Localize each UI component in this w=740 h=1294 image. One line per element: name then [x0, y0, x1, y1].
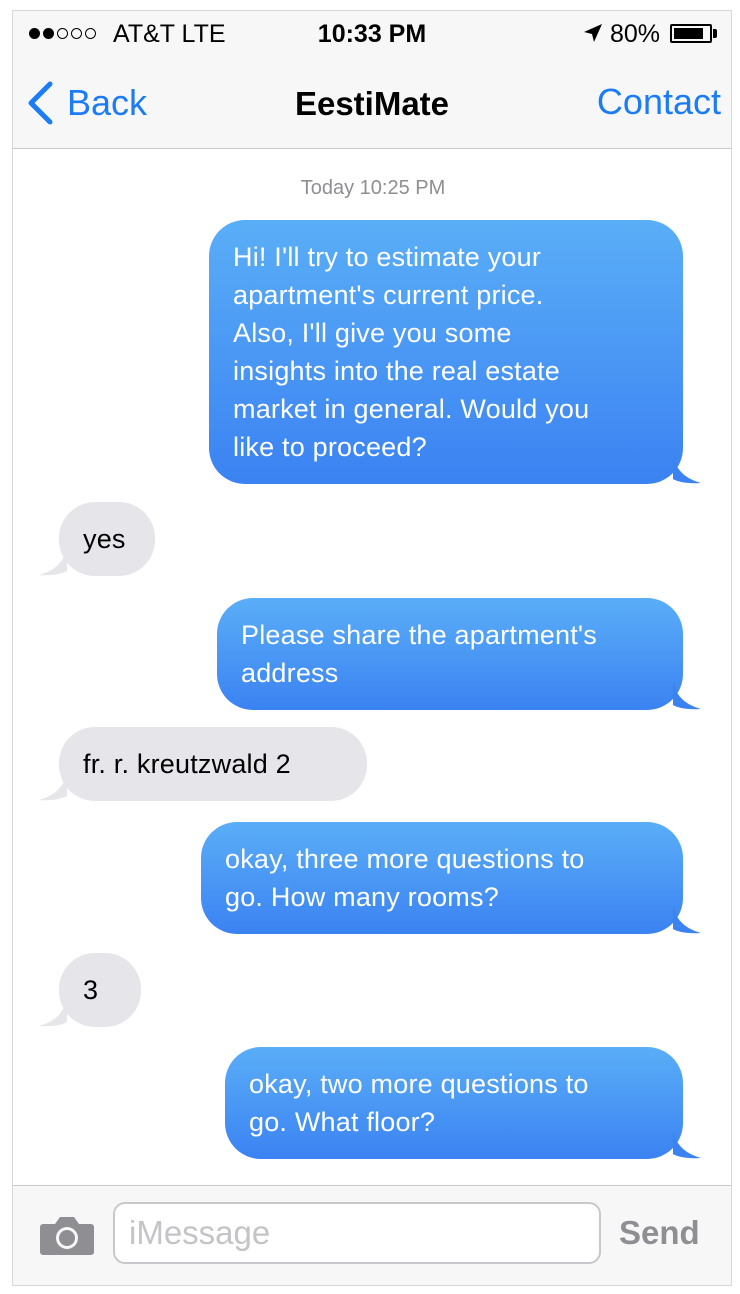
imessage-input[interactable]: [113, 1202, 601, 1264]
message-line: go. What floor?: [249, 1107, 436, 1137]
bubble-tail: [673, 1129, 701, 1159]
camera-icon[interactable]: [39, 1214, 95, 1256]
header: AT&T LTE 10:33 PM 80% Back EestiMate Con…: [13, 11, 731, 149]
battery-percent: 80%: [610, 20, 661, 48]
message-line: okay, three more questions to: [225, 844, 585, 874]
send-button[interactable]: Send: [619, 1214, 700, 1252]
message-line: Hi! I'll try to estimate your: [233, 242, 542, 272]
message-line: address: [241, 658, 339, 688]
message-text: fr. r. kreutzwald 2: [83, 745, 343, 783]
battery-level-fill: [674, 28, 703, 39]
back-button[interactable]: Back: [27, 81, 147, 125]
outgoing-message-bubble[interactable]: Hi! I'll try to estimate your apartment's…: [209, 220, 701, 484]
message-line: apartment's current price.: [233, 280, 544, 310]
contact-button[interactable]: Contact: [597, 81, 721, 123]
outgoing-message-bubble[interactable]: okay, three more questions to go. How man…: [201, 822, 701, 934]
status-bar: AT&T LTE 10:33 PM 80%: [13, 11, 731, 55]
message-line: Please share the apartment's: [241, 620, 597, 650]
bubble-tail: [673, 680, 701, 710]
outgoing-message-bubble[interactable]: okay, two more questions to go. What floo…: [225, 1047, 701, 1159]
incoming-message-bubble[interactable]: 3: [39, 953, 141, 1027]
location-arrow-icon: [584, 24, 602, 42]
message-text: okay, three more questions to go. How man…: [225, 840, 661, 916]
bubble-tail: [39, 771, 67, 801]
phone-screen: AT&T LTE 10:33 PM 80% Back EestiMate Con…: [12, 10, 732, 1286]
message-composer: Send: [13, 1185, 731, 1285]
message-text: okay, two more questions to go. What floo…: [249, 1065, 661, 1141]
bubble-tail: [39, 997, 67, 1027]
thread-timestamp: Today 10:25 PM: [300, 177, 446, 199]
message-line: Also, I'll give you some: [233, 318, 512, 348]
incoming-message-bubble[interactable]: fr. r. kreutzwald 2: [39, 727, 367, 801]
bubble-tail: [673, 904, 701, 934]
nav-bar: Back EestiMate Contact: [13, 55, 731, 149]
bubble-tail: [39, 546, 67, 576]
incoming-message-bubble[interactable]: yes: [39, 502, 155, 576]
message-text: 3: [83, 971, 117, 1009]
back-label: Back: [67, 82, 148, 123]
battery-tip: [713, 29, 717, 38]
message-line: go. How many rooms?: [225, 882, 499, 912]
message-text: Hi! I'll try to estimate your apartment's…: [233, 238, 661, 466]
message-line: fr. r. kreutzwald 2: [83, 749, 291, 779]
message-line: market in general. Would you: [233, 394, 590, 424]
message-line: yes: [83, 524, 126, 554]
message-line: insights into the real estate: [233, 356, 560, 386]
bubble-tail: [673, 454, 701, 484]
battery-icon: [670, 24, 712, 43]
message-line: 3: [83, 975, 99, 1005]
message-line: like to proceed?: [233, 432, 427, 462]
outgoing-message-bubble[interactable]: Please share the apartment's address: [217, 598, 701, 710]
message-text: yes: [83, 520, 131, 558]
message-thread[interactable]: Today 10:25 PM Hi! I'll try to estimate …: [13, 150, 731, 1186]
chevron-left-icon: [28, 81, 53, 125]
message-text: Please share the apartment's address: [241, 616, 661, 692]
message-line: okay, two more questions to: [249, 1069, 589, 1099]
